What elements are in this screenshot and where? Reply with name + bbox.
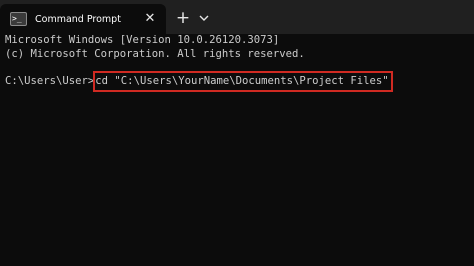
terminal-window: >_ Command Prompt ✕ + Microsoft Windows … (0, 0, 474, 266)
command-line: C:\Users\User>cd "C:\Users\YourName\Docu… (5, 70, 474, 92)
title-bar: >_ Command Prompt ✕ + (0, 0, 474, 34)
terminal-line: (c) Microsoft Corporation. All rights re… (5, 47, 305, 60)
new-tab-button[interactable]: + (174, 9, 192, 27)
tab-command-prompt[interactable]: >_ Command Prompt ✕ (0, 4, 166, 34)
chevron-down-icon[interactable] (196, 9, 212, 27)
command-prompt-icon: >_ (10, 12, 27, 26)
close-icon[interactable]: ✕ (142, 11, 158, 27)
terminal-line: Microsoft Windows [Version 10.0.26120.30… (5, 34, 280, 46)
highlighted-command: cd "C:\Users\YourName\Documents\Project … (93, 70, 393, 92)
prompt: C:\Users\User> (5, 74, 95, 87)
tab-title: Command Prompt (35, 13, 121, 25)
terminal-output[interactable]: Microsoft Windows [Version 10.0.26120.30… (0, 34, 474, 266)
